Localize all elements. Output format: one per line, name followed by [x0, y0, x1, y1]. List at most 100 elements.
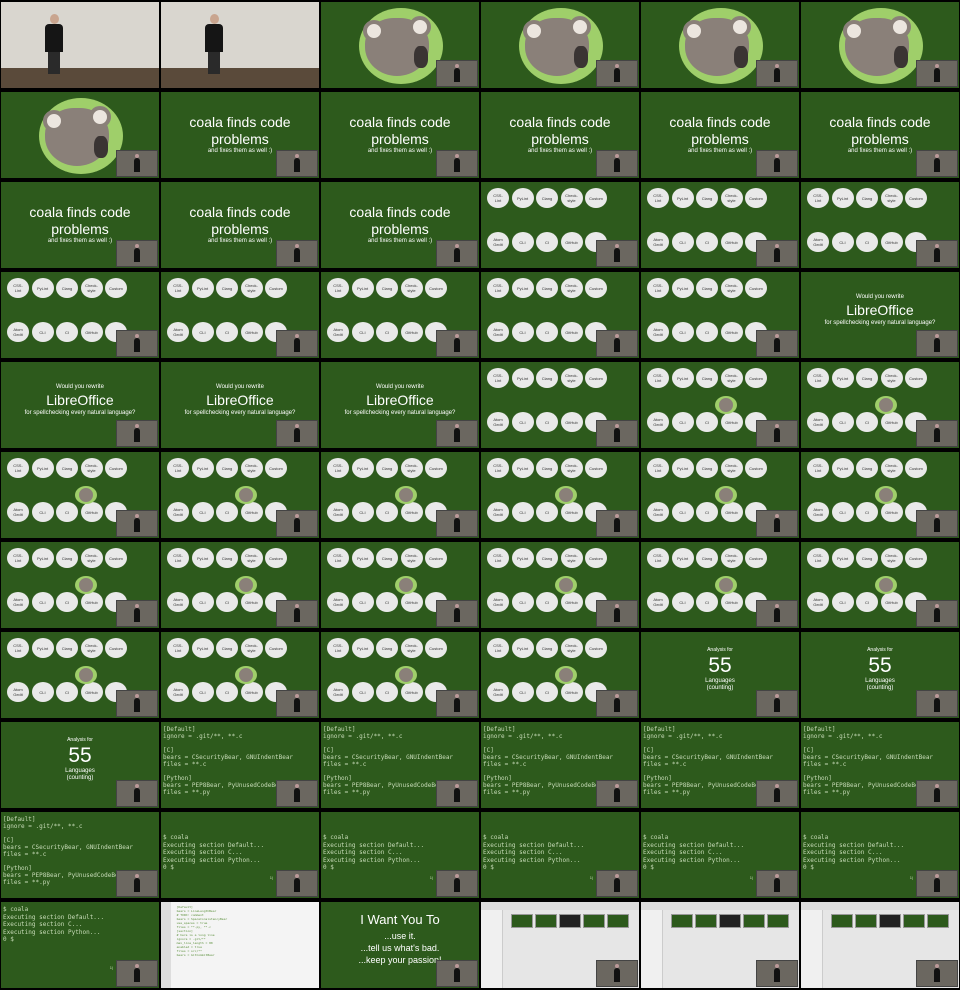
presenter-body — [45, 24, 63, 52]
integration-bubbles: CSS- Lint PyLint Clang Check- style Custom At… — [327, 458, 447, 522]
thumbnail-bubbles-k[interactable]: CSS- Lint PyLint Clang Check- style Custom At… — [641, 452, 799, 538]
thumbnail-analysis[interactable]: Analysis for 55 Languages (counting) — [1, 722, 159, 808]
thumbnail-bubbles[interactable]: CSS- Lint PyLint Clang Check- style Custom At… — [801, 182, 959, 268]
thumbnail-analysis[interactable]: Analysis for 55 Languages (counting) — [801, 632, 959, 718]
bubble: Custom — [105, 548, 127, 568]
thumbnail-bubbles-k[interactable]: CSS- Lint PyLint Clang Check- style Custom At… — [1, 632, 159, 718]
thumbnail-term[interactable]: $ coala Executing section Default... Exe… — [321, 812, 479, 898]
thumbnail-bubbles[interactable]: CSS- Lint PyLint Clang Check- style Custom At… — [161, 272, 319, 358]
thumbnail-title[interactable]: coala finds code problems and fixes them … — [1, 182, 159, 268]
thumbnail-bubbles[interactable]: CSS- Lint PyLint Clang Check- style Custom At… — [481, 182, 639, 268]
thumbnail-question[interactable]: Would you rewrite LibreOffice for spellche… — [1, 362, 159, 448]
thumbnail-bubbles[interactable]: CSS- Lint PyLint Clang Check- style Custom At… — [641, 272, 799, 358]
bubble: Clang — [696, 548, 718, 568]
bubble: Clang — [216, 548, 238, 568]
thumbnail-bubbles-k[interactable]: CSS- Lint PyLint Clang Check- style Custom At… — [801, 452, 959, 538]
thumbnail-config-full[interactable]: [Default] ignore = .git/**, **.c [C] bea… — [1, 812, 159, 898]
thumbnail-photo[interactable] — [161, 2, 319, 88]
thumbnail-files[interactable] — [801, 902, 959, 988]
file-thumbnail[interactable] — [879, 914, 901, 928]
file-thumbnail[interactable] — [535, 914, 557, 928]
thumbnail-question[interactable]: Would you rewrite LibreOffice for spellche… — [321, 362, 479, 448]
thumbnail-bubbles[interactable]: CSS- Lint PyLint Clang Check- style Custom At… — [321, 272, 479, 358]
bubble: Custom — [905, 548, 927, 568]
bubble: PyLint — [511, 638, 534, 658]
file-thumbnail[interactable] — [719, 914, 741, 928]
integration-bubbles: CSS- Lint PyLint Clang Check- style Custom At… — [167, 548, 287, 612]
thumbnail-bubbles[interactable]: CSS- Lint PyLint Clang Check- style Custom At… — [481, 272, 639, 358]
thumbnail-config[interactable]: [Default] ignore = .git/**, **.c [C] bea… — [641, 722, 799, 808]
thumbnail-files[interactable] — [481, 902, 639, 988]
thumbnail-bubbles-k[interactable]: CSS- Lint PyLint Clang Check- style Custom At… — [481, 632, 639, 718]
file-thumbnail[interactable] — [767, 914, 789, 928]
thumbnail-title[interactable]: coala finds code problems and fixes them … — [161, 182, 319, 268]
file-thumbnail[interactable] — [583, 914, 605, 928]
thumbnail-title[interactable]: coala finds code problems and fixes them … — [481, 92, 639, 178]
thumbnail-term[interactable]: $ coala Executing section Default... Exe… — [161, 812, 319, 898]
thumbnail-bubbles[interactable]: CSS- Lint PyLint Clang Check- style Custom At… — [641, 182, 799, 268]
thumbnail-term[interactable]: $ coala Executing section Default... Exe… — [641, 812, 799, 898]
file-thumbnail[interactable] — [855, 914, 877, 928]
bubble: CLI — [31, 322, 54, 342]
bubble: Clang — [696, 278, 718, 298]
thumbnail-logo[interactable] — [1, 92, 159, 178]
thumbnail-bubbles-k[interactable]: CSS- Lint PyLint Clang Check- style Custom At… — [321, 542, 479, 628]
thumbnail-bubbles-k[interactable]: CSS- Lint PyLint Clang Check- style Custom At… — [161, 452, 319, 538]
bubble: GitHub — [80, 592, 103, 612]
thumbnail-question[interactable]: Would you rewrite LibreOffice for spellche… — [161, 362, 319, 448]
thumbnail-bubbles-k[interactable]: CSS- Lint PyLint Clang Check- style Custom At… — [481, 452, 639, 538]
file-thumbnail[interactable] — [559, 914, 581, 928]
thumbnail-bubbles[interactable]: CSS- Lint PyLint Clang Check- style Custom At… — [481, 362, 639, 448]
thumbnail-title[interactable]: coala finds code problems and fixes them … — [641, 92, 799, 178]
thumbnail-bubbles-k[interactable]: CSS- Lint PyLint Clang Check- style Custom At… — [641, 542, 799, 628]
file-thumbnail[interactable] — [743, 914, 765, 928]
thumbnail-term[interactable]: $ coala Executing section Default... Exe… — [801, 812, 959, 898]
thumbnail-bubbles-k[interactable]: CSS- Lint PyLint Clang Check- style Custom At… — [1, 452, 159, 538]
thumbnail-bubbles-k[interactable]: CSS- Lint PyLint Clang Check- style Custom At… — [321, 452, 479, 538]
thumbnail-bubbles-k[interactable]: CSS- Lint PyLint Clang Check- style Custom At… — [161, 632, 319, 718]
thumbnail-config[interactable]: [Default] ignore = .git/**, **.c [C] bea… — [801, 722, 959, 808]
thumbnail-config[interactable]: [Default] ignore = .git/**, **.c [C] bea… — [481, 722, 639, 808]
thumbnail-bubbles-k[interactable]: CSS- Lint PyLint Clang Check- style Custom At… — [1, 542, 159, 628]
thumbnail-bubbles-k[interactable]: CSS- Lint PyLint Clang Check- style Custom At… — [641, 362, 799, 448]
thumbnail-title[interactable]: coala finds code problems and fixes them … — [161, 92, 319, 178]
thumbnail-bubbles-k[interactable]: CSS- Lint PyLint Clang Check- style Custom At… — [481, 542, 639, 628]
file-thumbnail[interactable] — [511, 914, 533, 928]
thumbnail-bubbles-k[interactable]: CSS- Lint PyLint Clang Check- style Custom At… — [801, 362, 959, 448]
bubble: CLI — [191, 592, 214, 612]
file-thumbnail[interactable] — [607, 914, 629, 928]
file-thumbnail[interactable] — [695, 914, 717, 928]
thumbnail-want[interactable]: I Want You To ...use it. ...tell us what'… — [321, 902, 479, 988]
thumbnail-bubbles-k[interactable]: CSS- Lint PyLint Clang Check- style Custom At… — [801, 542, 959, 628]
thumbnail-bubbles[interactable]: CSS- Lint PyLint Clang Check- style Custom At… — [1, 272, 159, 358]
presenter-body — [205, 24, 223, 52]
thumbnail-config[interactable]: [Default] ignore = .git/**, **.c [C] bea… — [321, 722, 479, 808]
thumbnail-bubbles-k[interactable]: CSS- Lint PyLint Clang Check- style Custom At… — [321, 632, 479, 718]
thumbnail-analysis[interactable]: Analysis for 55 Languages (counting) — [641, 632, 799, 718]
bubble: Check- style — [240, 638, 263, 658]
bubble-row: Atom Gedit CLI CI GitHub — [487, 322, 607, 342]
bubble: Atom Gedit — [7, 322, 29, 342]
thumbnail-config[interactable]: [Default] ignore = .git/**, **.c [C] bea… — [161, 722, 319, 808]
file-thumbnail[interactable] — [903, 914, 925, 928]
file-thumbnail[interactable] — [831, 914, 853, 928]
thumbnail-question[interactable]: Would you rewrite LibreOffice for spellche… — [801, 272, 959, 358]
bubble: CSS- Lint — [487, 188, 509, 208]
thumbnail-editor[interactable]: [Default] bears = LineLengthBear # TODO:… — [161, 902, 319, 988]
thumbnail-bubbles-k[interactable]: CSS- Lint PyLint Clang Check- style Custom At… — [161, 542, 319, 628]
thumbnail-title[interactable]: coala finds code problems and fixes them … — [801, 92, 959, 178]
thumbnail-logo[interactable] — [801, 2, 959, 88]
thumbnail-term[interactable]: $ coala Executing section Default... Exe… — [481, 812, 639, 898]
thumbnail-title[interactable]: coala finds code problems and fixes them … — [321, 182, 479, 268]
thumbnail-term-first[interactable]: $ coala Executing section Default... Exe… — [1, 902, 159, 988]
thumbnail-logo[interactable] — [321, 2, 479, 88]
thumbnail-logo[interactable] — [481, 2, 639, 88]
thumbnail-photo[interactable] — [1, 2, 159, 88]
thumbnail-files[interactable] — [641, 902, 799, 988]
thumbnail-title[interactable]: coala finds code problems and fixes them … — [321, 92, 479, 178]
terminal-position: 1| — [589, 875, 593, 880]
bubble: Check- style — [720, 548, 743, 568]
file-thumbnail[interactable] — [927, 914, 949, 928]
thumbnail-logo[interactable] — [641, 2, 799, 88]
file-thumbnail[interactable] — [671, 914, 693, 928]
